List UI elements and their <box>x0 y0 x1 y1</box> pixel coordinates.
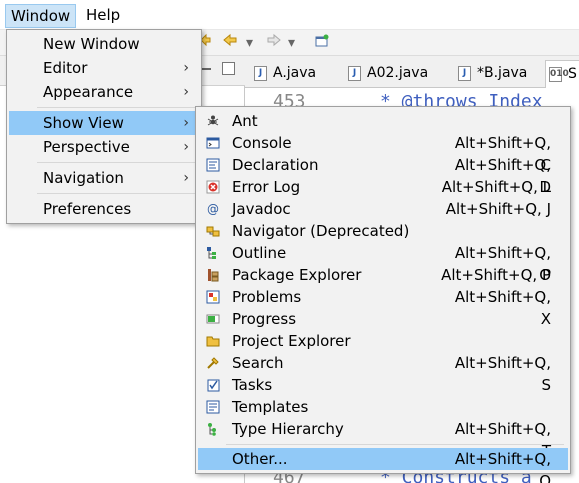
tab-b-java[interactable]: J *B.java <box>455 60 527 88</box>
view-item-label: Package Explorer <box>232 266 362 284</box>
submenu-arrow-icon: › <box>183 115 189 131</box>
menu-separator <box>37 193 197 194</box>
editor-tab-bar: J A.java J A02.java J *B.java 010 S <box>245 56 579 88</box>
progress-icon <box>206 312 220 326</box>
show-view-submenu: Ant Console Alt+Shift+Q, C Declaration A… <box>195 106 571 483</box>
view-item-console[interactable]: Console Alt+Shift+Q, C <box>198 132 568 174</box>
tab-active-source[interactable]: 010 S <box>545 60 579 88</box>
view-item-progress[interactable]: Progress <box>198 308 568 330</box>
view-item-package-explorer[interactable]: Package Explorer Alt+Shift+Q, P <box>198 264 568 286</box>
view-item-error-log[interactable]: Error Log Alt+Shift+Q, L <box>198 176 568 198</box>
view-item-tasks[interactable]: Tasks <box>198 374 568 396</box>
view-item-label: Declaration <box>232 156 319 174</box>
view-item-templates[interactable]: Templates <box>198 396 568 418</box>
menu-item-new-window[interactable]: New Window <box>9 32 199 56</box>
tab-label: A.java <box>273 65 317 81</box>
tab-a02-java[interactable]: J A02.java <box>345 60 428 88</box>
menu-item-editor[interactable]: Editor › <box>9 56 199 80</box>
templates-icon <box>206 400 220 414</box>
view-item-type-hierarchy[interactable]: Type Hierarchy Alt+Shift+Q, T <box>198 418 568 460</box>
view-item-label: Tasks <box>232 376 273 394</box>
java-file-icon: J <box>254 66 267 81</box>
tab-a-java[interactable]: J A.java <box>251 60 316 88</box>
class-file-icon: 010 <box>549 67 569 82</box>
tasks-icon <box>206 378 220 392</box>
console-icon <box>206 136 220 150</box>
java-file-icon: J <box>348 66 361 81</box>
menu-item-perspective[interactable]: Perspective › <box>9 135 199 159</box>
submenu-arrow-icon: › <box>183 139 189 155</box>
menu-item-label: Navigation <box>43 169 124 187</box>
view-item-label: Navigator (Deprecated) <box>232 222 410 240</box>
menu-item-label: Show View <box>43 114 124 132</box>
forward-dropdown-icon[interactable]: ▾ <box>288 33 295 53</box>
view-item-label: Type Hierarchy <box>232 420 344 438</box>
type-hierarchy-icon <box>206 422 220 436</box>
java-file-icon: J <box>458 66 471 81</box>
project-explorer-icon <box>206 334 220 348</box>
view-item-problems[interactable]: Problems Alt+Shift+Q, X <box>198 286 568 328</box>
view-item-other[interactable]: Other... Alt+Shift+Q, Q <box>198 448 568 483</box>
view-item-javadoc[interactable]: @ Javadoc Alt+Shift+Q, J <box>198 198 568 220</box>
menu-item-label: New Window <box>43 35 140 53</box>
submenu-arrow-icon: › <box>183 84 189 100</box>
view-item-declaration[interactable]: Declaration Alt+Shift+Q, D <box>198 154 568 196</box>
view-item-label: Problems <box>232 288 302 306</box>
javadoc-icon: @ <box>207 202 219 216</box>
view-item-label: Search <box>232 354 284 372</box>
view-item-label: Project Explorer <box>232 332 351 350</box>
new-window-icon[interactable] <box>314 33 330 53</box>
view-item-label: Ant <box>232 112 258 130</box>
menu-item-label: Editor <box>43 59 88 77</box>
search-icon <box>206 356 220 370</box>
navigator-icon <box>206 224 220 238</box>
outline-icon <box>206 246 220 260</box>
menu-bar: Window Help <box>0 0 579 30</box>
view-item-label: Progress <box>232 310 297 328</box>
view-item-label: Outline <box>232 244 287 262</box>
forward-arrow-icon[interactable] <box>266 33 282 53</box>
problems-icon <box>206 290 220 304</box>
view-item-label: Templates <box>232 398 309 416</box>
package-explorer-icon <box>206 268 220 282</box>
maximize-icon[interactable] <box>222 62 235 75</box>
tab-label: *B.java <box>477 65 528 81</box>
error-log-icon <box>206 180 220 194</box>
menu-item-label: Appearance <box>43 83 134 101</box>
window-menu: New Window Editor › Appearance › Show Vi… <box>6 29 202 224</box>
view-item-ant[interactable]: Ant <box>198 110 568 132</box>
menu-item-appearance[interactable]: Appearance › <box>9 80 199 104</box>
menu-item-label: Preferences <box>43 200 132 218</box>
menu-separator <box>37 107 197 108</box>
view-item-navigator[interactable]: Navigator (Deprecated) <box>198 220 568 242</box>
tab-label: A02.java <box>367 65 429 81</box>
shortcut-text: Alt+Shift+Q, J <box>445 200 551 218</box>
menu-help[interactable]: Help <box>81 4 125 28</box>
view-item-outline[interactable]: Outline Alt+Shift+Q, O <box>198 242 568 284</box>
view-item-project-explorer[interactable]: Project Explorer <box>198 330 568 352</box>
shortcut-text: Alt+Shift+Q, P <box>441 266 551 284</box>
menu-item-show-view[interactable]: Show View › <box>9 111 199 135</box>
back-dropdown-icon[interactable]: ▾ <box>246 33 253 53</box>
menu-window[interactable]: Window <box>5 4 77 28</box>
declaration-icon <box>206 158 220 172</box>
ant-icon <box>206 114 220 128</box>
menu-item-preferences[interactable]: Preferences <box>9 197 199 221</box>
submenu-arrow-icon: › <box>183 60 189 76</box>
back-arrow-icon[interactable] <box>222 33 238 53</box>
view-item-search[interactable]: Search Alt+Shift+Q, S <box>198 352 568 394</box>
view-item-label: Other... <box>232 450 288 468</box>
menu-separator <box>226 444 564 445</box>
menu-item-navigation[interactable]: Navigation › <box>9 166 199 190</box>
view-item-label: Javadoc <box>232 200 291 218</box>
submenu-arrow-icon: › <box>183 170 189 186</box>
menu-item-label: Perspective <box>43 138 130 156</box>
view-item-label: Error Log <box>232 178 301 196</box>
shortcut-text: Alt+Shift+Q, Q <box>454 450 551 483</box>
view-item-label: Console <box>232 134 292 152</box>
menu-separator <box>37 162 197 163</box>
shortcut-text: Alt+Shift+Q, L <box>441 178 551 196</box>
tab-label: S <box>568 66 577 82</box>
